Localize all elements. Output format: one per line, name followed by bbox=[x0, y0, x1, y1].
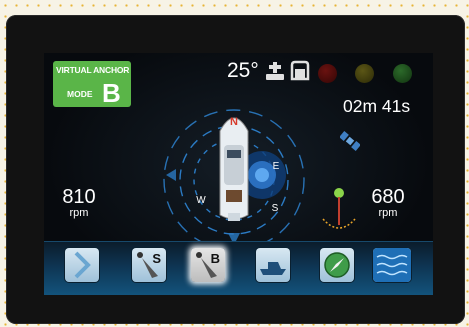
compass-east-label: E bbox=[273, 161, 280, 172]
starboard-rpm-unit: rpm bbox=[378, 207, 398, 219]
boat-profile-button[interactable] bbox=[256, 248, 290, 282]
compass-rose: N E S W bbox=[163, 109, 305, 251]
port-rpm-value: 810 bbox=[62, 186, 96, 208]
throttle-icon bbox=[290, 60, 310, 81]
green-status-lamp bbox=[393, 64, 412, 83]
virtual-anchor-mode-badge: VIRTUAL ANCHOR MODE B bbox=[53, 61, 131, 108]
yellow-status-lamp bbox=[355, 64, 374, 83]
compass-icon bbox=[324, 252, 350, 278]
boat-icon bbox=[260, 262, 286, 275]
anchor-b-button[interactable]: B bbox=[191, 248, 225, 282]
rpm-gauge-icon bbox=[322, 188, 356, 229]
anchor-b-letter: B bbox=[210, 251, 220, 266]
mode-label: MODE bbox=[67, 89, 93, 99]
forward-chevron-button[interactable] bbox=[65, 248, 99, 282]
port-rpm-unit: rpm bbox=[69, 207, 89, 219]
anchor-timer: 02m 41s bbox=[343, 96, 411, 116]
red-status-lamp bbox=[318, 64, 337, 83]
anchor-s-button[interactable]: S bbox=[132, 248, 166, 282]
heading-readout: 25° bbox=[227, 59, 259, 82]
anchor-s-letter: S bbox=[152, 251, 161, 266]
mode-title: VIRTUAL ANCHOR bbox=[56, 65, 130, 75]
shift-lever-icon bbox=[266, 62, 284, 80]
compass-button[interactable] bbox=[320, 248, 354, 282]
chevron-right-icon bbox=[74, 251, 91, 279]
helm-screen: VIRTUAL ANCHOR MODE B 25° 02m 41s N E S … bbox=[44, 53, 433, 295]
waves-button[interactable] bbox=[373, 248, 411, 282]
compass-south-label: S bbox=[272, 203, 279, 214]
mode-letter: B bbox=[102, 78, 121, 108]
waves-icon bbox=[373, 248, 411, 282]
compass-west-label: W bbox=[196, 195, 206, 206]
compass-north-label: N bbox=[230, 116, 238, 128]
satellite-icon bbox=[340, 131, 360, 151]
starboard-rpm-value: 680 bbox=[371, 186, 405, 208]
